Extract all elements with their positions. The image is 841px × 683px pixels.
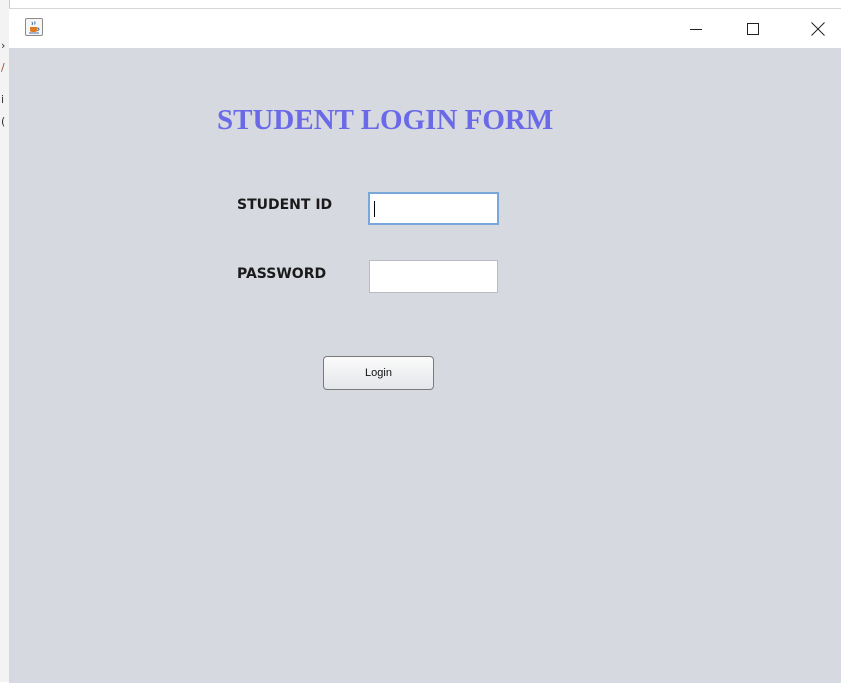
- title-bar[interactable]: [9, 9, 841, 48]
- minimize-button[interactable]: [673, 9, 719, 48]
- password-label: PASSWORD: [237, 266, 327, 282]
- minimize-icon: [690, 28, 702, 30]
- student-id-input[interactable]: [368, 192, 499, 225]
- java-cup-icon[interactable]: [25, 18, 43, 36]
- form-panel: STUDENT LOGIN FORM STUDENT ID PASSWORD L…: [9, 48, 841, 683]
- close-icon: [811, 21, 825, 36]
- login-button-label: Login: [365, 367, 392, 379]
- close-button[interactable]: [795, 9, 841, 48]
- maximize-button[interactable]: [730, 9, 776, 48]
- student-id-label: STUDENT ID: [237, 197, 333, 213]
- maximize-icon: [747, 22, 759, 35]
- password-input[interactable]: [369, 260, 498, 293]
- login-button[interactable]: Login: [323, 356, 434, 390]
- text-caret: [374, 201, 375, 217]
- form-title: STUDENT LOGIN FORM: [217, 104, 554, 136]
- login-window: STUDENT LOGIN FORM STUDENT ID PASSWORD L…: [9, 8, 841, 683]
